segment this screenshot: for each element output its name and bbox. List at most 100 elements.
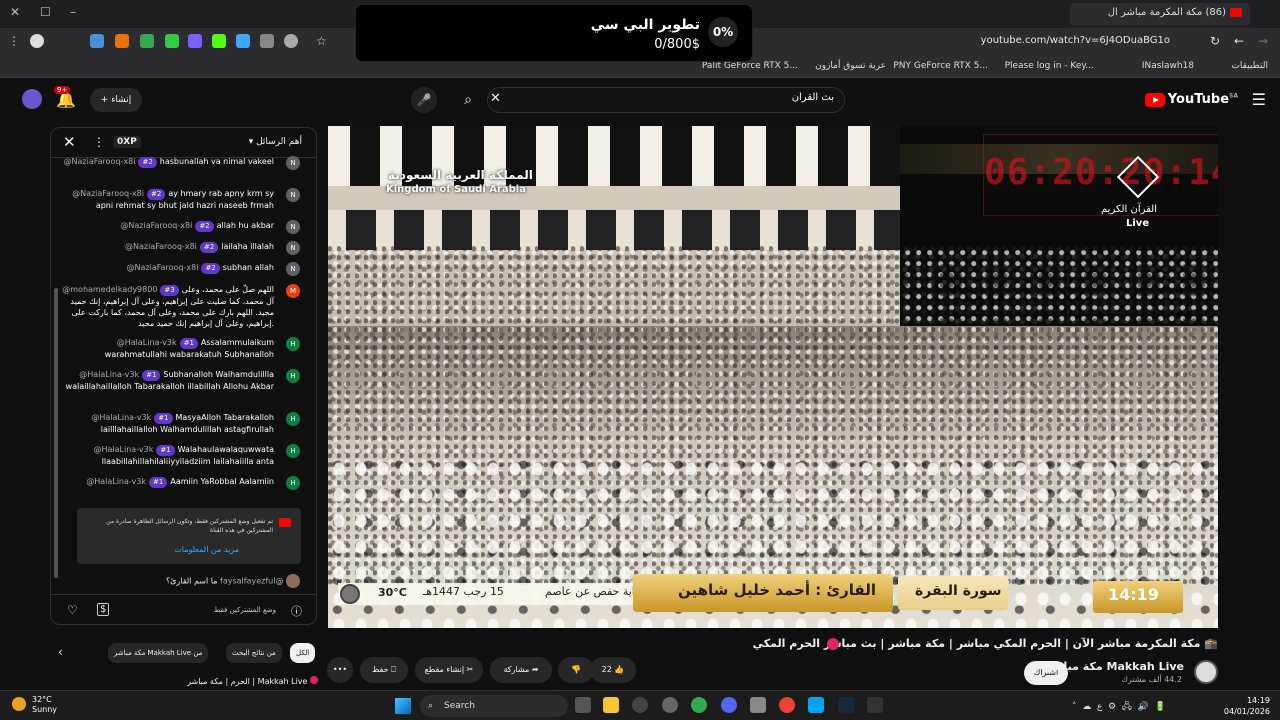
chip-from-search[interactable]: من نتائج البحث (226, 643, 282, 663)
author-name[interactable]: @HalaLina-v3k (91, 413, 151, 422)
chat-filter-dropdown[interactable]: أهم الرسائل ▾ (249, 137, 302, 147)
video-player[interactable]: المملكة العربية السعودية Kingdom of Saud… (328, 126, 1218, 628)
learn-more-link[interactable]: مزيد من المعلومات (174, 545, 239, 554)
create-button[interactable]: + إنشاء (90, 88, 142, 112)
youtube-logo[interactable]: YouTubeSA (1144, 92, 1238, 107)
chat-message: N @NaziaFarooq-x8i #2 lailaha illalah (60, 241, 300, 255)
bookmark-item[interactable]: التطبيقات (1231, 61, 1268, 71)
voice-search-mic-icon[interactable]: 🎤 (411, 87, 437, 113)
chat-options-icon[interactable]: ⋮ (93, 135, 105, 149)
extension-icon[interactable] (165, 34, 179, 48)
chip-from-channel[interactable]: من Makkah Live مكة مباشر (108, 643, 209, 663)
channel-name[interactable]: Makkah Live مكة مباشر (1046, 660, 1184, 673)
weather-widget[interactable]: 32°C Sunny (12, 695, 57, 715)
recommended-video-title[interactable]: Makkah Live | الحرم | مكة مباشر (70, 676, 318, 686)
more-actions-icon[interactable]: ••• (327, 657, 353, 683)
bookmark-item[interactable]: Palit GeForce RTX 5... (702, 61, 798, 71)
clear-search-icon[interactable]: ✕ (490, 91, 501, 106)
windows-taskbar: 32°C Sunny ⌕ Search ˄ ☁ ع ⚙ 🖧 🔊 🔋 14:19 0… (0, 690, 1280, 720)
xp-badge[interactable]: 0XP (113, 136, 141, 148)
chrome-profile-icon[interactable] (779, 697, 795, 713)
system-tray[interactable]: ˄ ☁ ع ⚙ 🖧 🔊 🔋 (1072, 699, 1166, 715)
message-text: ما اسم القارئ؟ (165, 576, 218, 586)
like-button[interactable]: 22 👍 (590, 657, 636, 683)
search-input[interactable] (534, 92, 834, 103)
menu-dots-icon[interactable]: ⋮ (8, 34, 22, 48)
overlay-hijri-date: 15 رجب 1447هـ (423, 585, 504, 598)
extension-icon[interactable] (90, 34, 104, 48)
taskbar-search[interactable]: ⌕ Search (420, 695, 568, 717)
forward-icon[interactable]: → (1258, 34, 1272, 48)
bookmark-item[interactable]: PNY GeForce RTX 5... (893, 61, 988, 71)
notification-count: 9+ (54, 86, 71, 94)
bookmark-item[interactable]: Please log in - Key... (1005, 61, 1094, 71)
author-name[interactable]: @faysalfayezful (220, 577, 283, 586)
url-field[interactable]: youtube.com/watch?v=6J4ODuaBG1o (981, 35, 1170, 46)
user-avatar[interactable] (22, 89, 42, 109)
reload-icon[interactable]: ↻ (1210, 34, 1224, 48)
extension-icon[interactable] (188, 34, 202, 48)
search-button-icon[interactable]: ⌕ (453, 87, 483, 113)
bookmark-item[interactable]: عربة تسوق أمازون (815, 61, 886, 71)
epic-games-icon[interactable] (867, 697, 883, 713)
chevron-left-icon[interactable]: ‹ (58, 645, 63, 659)
channel-avatar[interactable] (1194, 660, 1218, 684)
member-level-badge: #2 (147, 189, 166, 200)
chip-all[interactable]: الكل (290, 643, 316, 663)
tab-title: (86) مكة المكرمة مباشر ال (1107, 7, 1226, 18)
author-name[interactable]: @NaziaFarooq-x8i (127, 263, 199, 272)
minimize-icon[interactable]: – (70, 5, 76, 19)
profile-icon[interactable] (30, 34, 44, 48)
chrome-icon[interactable] (691, 697, 707, 713)
avatar: N (286, 188, 300, 202)
subscriber-mode-label: وضع المشتركين فقط (213, 606, 276, 614)
author-name[interactable]: @HalaLina-v3k (79, 370, 139, 379)
close-chat-icon[interactable]: ✕ (63, 133, 76, 151)
super-chat-icon[interactable]: $ (97, 603, 110, 616)
dislike-button[interactable]: 👎 (558, 657, 594, 683)
extension-icon[interactable] (140, 34, 154, 48)
author-name[interactable]: @NaziaFarooq-x8i (64, 157, 136, 166)
rec-title-text: Makkah Live | الحرم | مكة مباشر (187, 677, 308, 686)
info-icon[interactable]: ⓘ (291, 603, 302, 619)
audio-icon[interactable] (260, 34, 274, 48)
file-explorer-icon[interactable] (603, 697, 619, 713)
author-name[interactable]: @HalaLina-v3k (117, 338, 177, 347)
taskbar-clock[interactable]: 14:19 04/01/2026 (1224, 695, 1270, 717)
message-body: @HalaLina-v3k #1 Assalammulaikum warahmatu… (60, 337, 274, 360)
author-name[interactable]: @NaziaFarooq-x8i (120, 221, 192, 230)
author-name[interactable]: @HalaLina-v3k (94, 445, 154, 454)
reactions-heart-icon[interactable]: ♡ (67, 603, 78, 617)
discord-icon[interactable] (721, 697, 737, 713)
share-button[interactable]: مشاركة ➦ (490, 657, 552, 683)
kick-extension-icon[interactable] (212, 34, 226, 48)
extension-icon[interactable] (284, 34, 298, 48)
author-name[interactable]: @mohamedelkady9800 (62, 285, 157, 294)
clip-button[interactable]: إنشاء مقطع ✂ (415, 657, 483, 683)
member-level-badge: #2 (138, 157, 157, 168)
app-icon[interactable] (750, 697, 766, 713)
chat-scrollbar[interactable] (54, 288, 58, 578)
steam-icon[interactable] (838, 697, 854, 713)
overlay-quran-title: القرآن الكريم (1101, 204, 1158, 215)
task-view-icon[interactable] (575, 697, 591, 713)
author-name[interactable]: @NaziaFarooq-x8i (72, 189, 144, 198)
windows-start-icon[interactable] (395, 698, 411, 714)
app-icon[interactable] (632, 697, 648, 713)
active-tab[interactable]: (86) مكة المكرمة مباشر ال (1070, 3, 1250, 25)
browser-icon[interactable] (808, 697, 824, 713)
author-name[interactable]: @NaziaFarooq-x8i (125, 242, 197, 251)
bookmark-item[interactable]: INaslawh18 (1142, 61, 1194, 71)
bookmark-star-icon[interactable]: ☆ (316, 34, 330, 48)
maximize-icon[interactable]: ☐ (40, 5, 51, 19)
author-name[interactable]: @HalaLina-v3k (86, 477, 146, 486)
close-window-icon[interactable]: ✕ (10, 5, 20, 19)
notifications-bell-icon[interactable]: 🔔 9+ (54, 86, 76, 109)
goal-amount: 0/800$ (654, 37, 700, 52)
hamburger-menu-icon[interactable]: ☰ (1252, 90, 1266, 109)
extension-icon[interactable] (236, 34, 250, 48)
settings-gear-icon[interactable] (662, 697, 678, 713)
back-icon[interactable]: ← (1234, 34, 1248, 48)
extension-icon[interactable] (115, 34, 129, 48)
save-button[interactable]: حفظ ⎕ (360, 657, 408, 683)
